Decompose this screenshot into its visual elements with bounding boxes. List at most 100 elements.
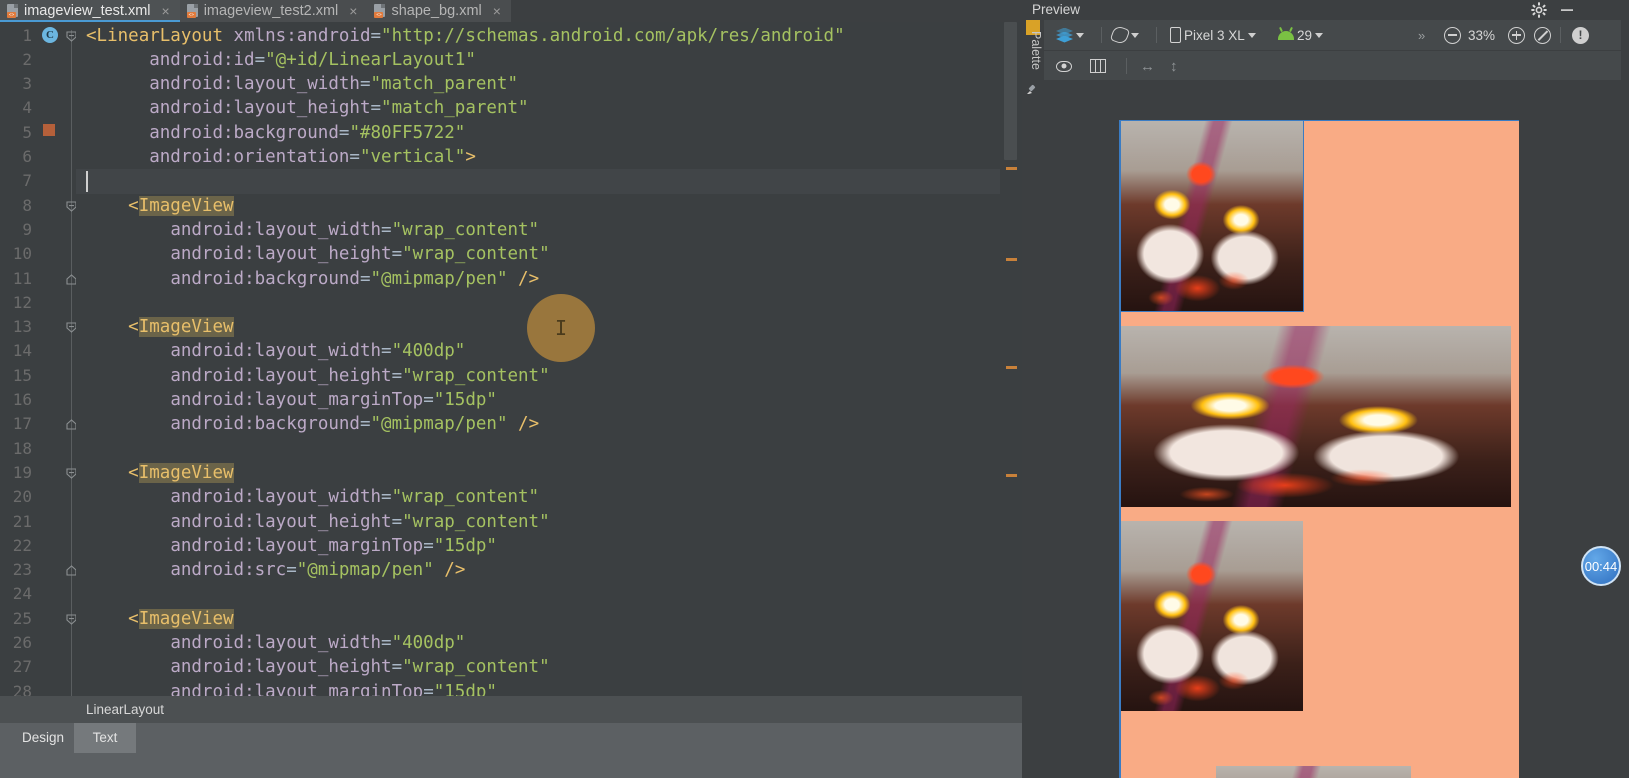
code-line[interactable]: android:layout_marginTop="15dp" bbox=[170, 388, 497, 412]
imageview-preview-3[interactable] bbox=[1121, 521, 1303, 711]
line-number: 15 bbox=[12, 365, 32, 385]
code-line[interactable]: android:layout_width="400dp" bbox=[170, 631, 465, 655]
code-line[interactable]: android:src="@mipmap/pen" /> bbox=[170, 558, 465, 582]
editor-body[interactable]: 1 2 3 4 5 6 7 8 9 10 11 12 13 14 15 16 17 18 19 20 21 22 23 24 2… bbox=[0, 22, 1022, 704]
code-token: "@mipmap/pen" bbox=[296, 560, 434, 581]
issues-button[interactable]: ! bbox=[1572, 20, 1589, 50]
code-token: < bbox=[128, 608, 139, 629]
code-line[interactable]: android:layout_height="wrap_content" bbox=[170, 364, 549, 388]
code-line[interactable]: <ImageView bbox=[128, 461, 234, 485]
editor-tab-0[interactable]: <> imageview_test.xml × bbox=[0, 0, 180, 22]
rotate-icon bbox=[1109, 24, 1131, 46]
orientation-selector[interactable] bbox=[1109, 20, 1139, 50]
code-line[interactable]: <ImageView bbox=[128, 194, 234, 218]
show-decorations-button[interactable] bbox=[1056, 51, 1072, 81]
line-number: 13 bbox=[12, 317, 32, 337]
code-line[interactable]: android:layout_marginTop="15dp" bbox=[170, 534, 497, 558]
code-line[interactable]: android:orientation="vertical"> bbox=[149, 145, 476, 169]
imageview-preview-1[interactable] bbox=[1120, 120, 1304, 312]
code-token: "wrap_content" bbox=[402, 511, 550, 532]
zoom-in-button[interactable] bbox=[1508, 20, 1525, 50]
code-token: "@mipmap/pen" bbox=[370, 414, 508, 435]
editor-tab-2[interactable]: <> shape_bg.xml × bbox=[367, 0, 511, 22]
code-line[interactable]: <ImageView bbox=[128, 315, 234, 339]
breadcrumb[interactable]: LinearLayout bbox=[86, 696, 164, 723]
code-line[interactable]: android:background="@mipmap/pen" /> bbox=[170, 267, 539, 291]
code-line[interactable]: android:layout_height="wrap_content" bbox=[170, 242, 549, 266]
code-token: "15dp" bbox=[433, 535, 497, 556]
code-token: ImageView bbox=[138, 462, 234, 483]
gear-icon[interactable] bbox=[1531, 2, 1547, 18]
mode-tab-text[interactable]: Text bbox=[74, 723, 136, 753]
code-line[interactable]: <ImageView bbox=[128, 607, 234, 631]
scrollbar-thumb[interactable] bbox=[1004, 22, 1017, 160]
palette-label[interactable]: Palette bbox=[1025, 31, 1043, 87]
minimize-icon[interactable] bbox=[1559, 2, 1575, 18]
code-token: = bbox=[391, 511, 403, 532]
code-line[interactable]: android:layout_width="wrap_content" bbox=[170, 218, 539, 242]
class-marker-icon[interactable]: C bbox=[42, 26, 58, 43]
code-text-area[interactable]: <LinearLayout xmlns:android="http://sche… bbox=[76, 22, 1000, 696]
android-studio-window: <> imageview_test.xml × <> imageview_test2.x… bbox=[0, 0, 1629, 778]
chevron-down-icon bbox=[1076, 32, 1084, 38]
zoom-out-button[interactable] bbox=[1444, 20, 1461, 50]
imageview-preview-2[interactable] bbox=[1121, 326, 1511, 507]
preview-header: Preview bbox=[1022, 0, 1629, 20]
editor-tab-label: imageview_test.xml bbox=[24, 3, 151, 19]
code-line[interactable]: android:id="@+id/LinearLayout1" bbox=[149, 48, 476, 72]
zoom-to-fit-icon bbox=[1534, 26, 1551, 44]
editor-scrollbar[interactable] bbox=[1000, 22, 1022, 696]
preview-toolbar-row-1: Pixel 3 XL 29 » 33% ! bbox=[1044, 20, 1629, 50]
set-width-button[interactable]: ↔ bbox=[1140, 51, 1155, 81]
code-line[interactable]: android:layout_height="wrap_content" bbox=[170, 510, 549, 534]
code-line[interactable]: android:layout_marginTop="15dp" bbox=[170, 680, 497, 696]
code-line[interactable]: <LinearLayout xmlns:android="http://sche… bbox=[86, 24, 845, 48]
line-number: 7 bbox=[22, 171, 32, 191]
close-icon[interactable]: × bbox=[347, 4, 359, 18]
code-token: LinearLayout bbox=[96, 25, 223, 46]
line-number: 6 bbox=[22, 147, 32, 166]
code-line[interactable]: android:layout_height="wrap_content" bbox=[170, 655, 549, 679]
zoom-out-icon bbox=[1444, 26, 1461, 44]
close-icon[interactable]: × bbox=[491, 4, 503, 18]
zoom-to-fit-button[interactable] bbox=[1534, 20, 1551, 50]
brush-icon[interactable] bbox=[1026, 82, 1038, 94]
code-line[interactable]: android:layout_width="match_parent" bbox=[149, 72, 518, 96]
code-token: = bbox=[391, 657, 403, 678]
code-token: android:layout_height bbox=[170, 244, 392, 265]
toolbar-overflow-button[interactable]: » bbox=[1418, 20, 1425, 50]
code-line[interactable]: android:background="#80FF5722" bbox=[149, 121, 465, 145]
editor-tab-1[interactable]: <> imageview_test2.xml × bbox=[179, 0, 368, 22]
close-icon[interactable]: × bbox=[160, 4, 172, 18]
current-line-highlight bbox=[76, 169, 1000, 194]
device-preview-frame[interactable] bbox=[1119, 120, 1519, 778]
color-preview-swatch[interactable] bbox=[43, 123, 55, 136]
line-number: 14 bbox=[12, 341, 32, 361]
code-line[interactable]: android:layout_width="400dp" bbox=[170, 339, 465, 363]
code-token: ImageView bbox=[138, 317, 234, 338]
chevron-down-icon bbox=[1131, 32, 1139, 38]
design-mode-selector[interactable] bbox=[1056, 20, 1084, 50]
horizontal-resize-icon: ↔ bbox=[1140, 57, 1155, 75]
code-line[interactable]: android:layout_width="wrap_content" bbox=[170, 485, 539, 509]
imageview-preview-4[interactable] bbox=[1216, 766, 1411, 778]
mode-tab-design[interactable]: Design bbox=[12, 723, 74, 753]
code-token: "match_parent" bbox=[370, 74, 519, 95]
zoom-in-icon bbox=[1508, 26, 1525, 44]
preview-canvas[interactable]: 00:44 bbox=[1044, 81, 1629, 778]
xml-file-icon: <> bbox=[7, 4, 19, 18]
api-level-selector[interactable]: 29 bbox=[1278, 20, 1324, 50]
code-token: "match_parent" bbox=[381, 98, 529, 119]
code-token: "http://schemas.android.com/apk/res/andr… bbox=[381, 25, 845, 46]
device-selector[interactable]: Pixel 3 XL bbox=[1170, 20, 1256, 50]
code-token: android:layout_marginTop bbox=[170, 390, 424, 410]
line-number: 25 bbox=[12, 608, 32, 628]
code-token: "15dp" bbox=[433, 390, 497, 410]
editor-tab-label: imageview_test2.xml bbox=[203, 3, 339, 19]
layout-columns-button[interactable] bbox=[1090, 51, 1106, 81]
palette-side-strip: Palette bbox=[1022, 20, 1044, 778]
set-height-button[interactable]: ↕ bbox=[1170, 51, 1178, 81]
line-number: 23 bbox=[12, 560, 32, 580]
code-line[interactable]: android:background="@mipmap/pen" /> bbox=[170, 412, 539, 436]
code-line[interactable]: android:layout_height="match_parent" bbox=[149, 96, 528, 120]
